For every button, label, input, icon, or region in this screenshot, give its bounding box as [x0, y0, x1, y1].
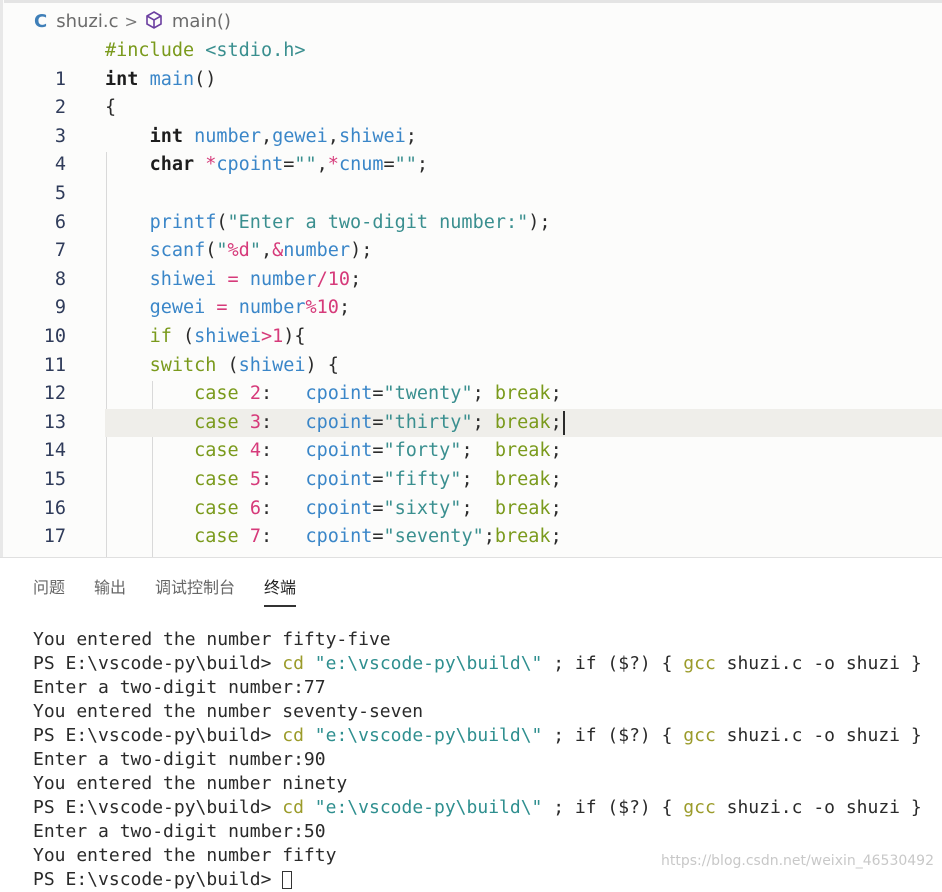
tab-debug-console[interactable]: 调试控制台	[155, 574, 235, 607]
terminal-cmd-gcc: gcc	[683, 797, 716, 818]
code-text: case 3: cpoint="thirty"; break;	[105, 409, 565, 438]
terminal-command-line: PS E:\vscode-py\build> cd "e:\vscode-py\…	[33, 724, 922, 748]
panel-tabs: 问题 输出 调试控制台 终端	[33, 574, 325, 607]
c-file-icon: C	[34, 10, 48, 32]
code-line: 4 int number,gewei,shiwei;	[0, 123, 942, 176]
code-text: int main()	[105, 68, 217, 90]
terminal-prompt: PS E:\vscode-py\build>	[33, 725, 272, 746]
code-lines: 1 #include <stdio.h> 2 int main() 3 { 4 …	[0, 37, 942, 557]
code-line: 8 scanf("%d",&number);	[0, 237, 942, 290]
terminal-line: Enter a two-digit number:90	[33, 749, 326, 770]
code-text: char *cpoint="",*cnum="";	[149, 154, 429, 176]
breadcrumb-file[interactable]: shuzi.c	[56, 11, 118, 32]
breadcrumb: C shuzi.c > main()	[34, 7, 231, 35]
code-text: case 4: cpoint="forty"; break;	[194, 440, 562, 462]
editor-top-border	[4, 0, 942, 3]
terminal-cmd-gcc: gcc	[683, 725, 716, 746]
code-text: printf("Enter a two-digit number:");	[149, 211, 551, 233]
code-line: 15 case 4: cpoint="forty"; break;	[0, 437, 942, 490]
terminal-prompt: PS E:\vscode-py\build>	[33, 797, 272, 818]
terminal-line: Enter a two-digit number:50	[33, 821, 326, 842]
code-line: 9 shiwei = number/10;	[0, 266, 942, 319]
terminal-command-line: PS E:\vscode-py\build> cd "e:\vscode-py\…	[33, 652, 922, 676]
code-line: 1 #include <stdio.h>	[0, 37, 942, 90]
code-text: #include <stdio.h>	[105, 40, 306, 61]
code-text: switch (shiwei) {	[149, 354, 339, 376]
code-text: case 2: cpoint="twenty"; break;	[194, 383, 562, 405]
terminal-line: You entered the number ninety	[33, 773, 348, 794]
terminal-cmd-args: shuzi.c -o shuzi }	[715, 653, 922, 674]
code-line: 12 switch (shiwei) {	[0, 352, 942, 405]
code-line: 16 case 5: cpoint="fifty"; break;	[0, 466, 942, 519]
terminal-cmd-path: "e:\vscode-py\build\"	[314, 653, 543, 674]
breadcrumb-symbol[interactable]: main()	[172, 11, 231, 32]
code-text: shiwei = number/10;	[149, 268, 362, 290]
code-line: 17 case 6: cpoint="sixty"; break;	[0, 495, 942, 548]
code-line: 6	[0, 180, 942, 233]
terminal-cmd-args: shuzi.c -o shuzi }	[715, 797, 922, 818]
terminal-cmd-cd: cd	[282, 797, 304, 818]
code-text: int number,gewei,shiwei;	[149, 125, 417, 147]
code-text: case 7: cpoint="seventy";break;	[194, 526, 562, 548]
terminal-prompt: PS E:\vscode-py\build>	[33, 653, 272, 674]
terminal-cmd-rest: ; if ($?) {	[542, 797, 684, 818]
watermark: https://blog.csdn.net/weixin_46530492	[660, 853, 934, 869]
code-line: 5 char *cpoint="",*cnum="";	[0, 151, 942, 204]
cube-icon	[144, 10, 164, 35]
terminal-cmd-rest: ; if ($?) {	[542, 725, 684, 746]
code-line: 13 case 2: cpoint="twenty"; break;	[0, 380, 942, 433]
terminal-cursor	[282, 871, 293, 889]
terminal-cmd-args: shuzi.c -o shuzi }	[715, 725, 922, 746]
terminal-cmd-rest: ; if ($?) {	[542, 653, 684, 674]
code-line: 7 printf("Enter a two-digit number:");	[0, 209, 942, 262]
terminal-cmd-path: "e:\vscode-py\build\"	[314, 725, 543, 746]
bottom-panel: 问题 输出 调试控制台 终端 You entered the number fi…	[0, 557, 942, 890]
text-cursor	[562, 410, 565, 435]
terminal-command-line: PS E:\vscode-py\build> cd "e:\vscode-py\…	[33, 796, 922, 820]
terminal-cmd-path: "e:\vscode-py\build\"	[314, 797, 543, 818]
terminal-cmd-cd: cd	[282, 725, 304, 746]
terminal-prompt-line: PS E:\vscode-py\build>	[33, 868, 922, 892]
code-text: case 6: cpoint="sixty"; break;	[194, 497, 562, 519]
terminal-prompt: PS E:\vscode-py\build>	[33, 869, 272, 890]
code-line: 3 {	[0, 94, 942, 147]
tab-output[interactable]: 输出	[94, 574, 126, 607]
terminal-cmd-gcc: gcc	[683, 653, 716, 674]
code-text: {	[105, 97, 117, 119]
code-text: case 5: cpoint="fifty"; break;	[194, 468, 562, 490]
chevron-right-icon: >	[124, 11, 138, 31]
tab-problems[interactable]: 问题	[33, 574, 65, 607]
code-line-current: 14 case 3: cpoint="thirty"; break;	[0, 408, 942, 461]
code-text: scanf("%d",&number);	[149, 240, 373, 262]
tab-terminal[interactable]: 终端	[264, 574, 297, 607]
code-line: 2 int main()	[0, 66, 942, 119]
terminal-line: You entered the number fifty-five	[33, 629, 391, 650]
code-line: 10 gewei = number%10;	[0, 294, 942, 347]
terminal-cmd-cd: cd	[282, 653, 304, 674]
code-text: gewei = number%10;	[149, 297, 351, 319]
terminal-line: Enter a two-digit number:77	[33, 677, 326, 698]
code-line: 11 if (shiwei>1){	[0, 323, 942, 376]
code-line: 18 case 7: cpoint="seventy";break;	[0, 523, 942, 557]
code-editor[interactable]: C shuzi.c > main() 1 #include <stdio.h> …	[0, 0, 942, 557]
terminal-line: You entered the number seventy-seven	[33, 701, 424, 722]
code-text: if (shiwei>1){	[149, 325, 306, 347]
